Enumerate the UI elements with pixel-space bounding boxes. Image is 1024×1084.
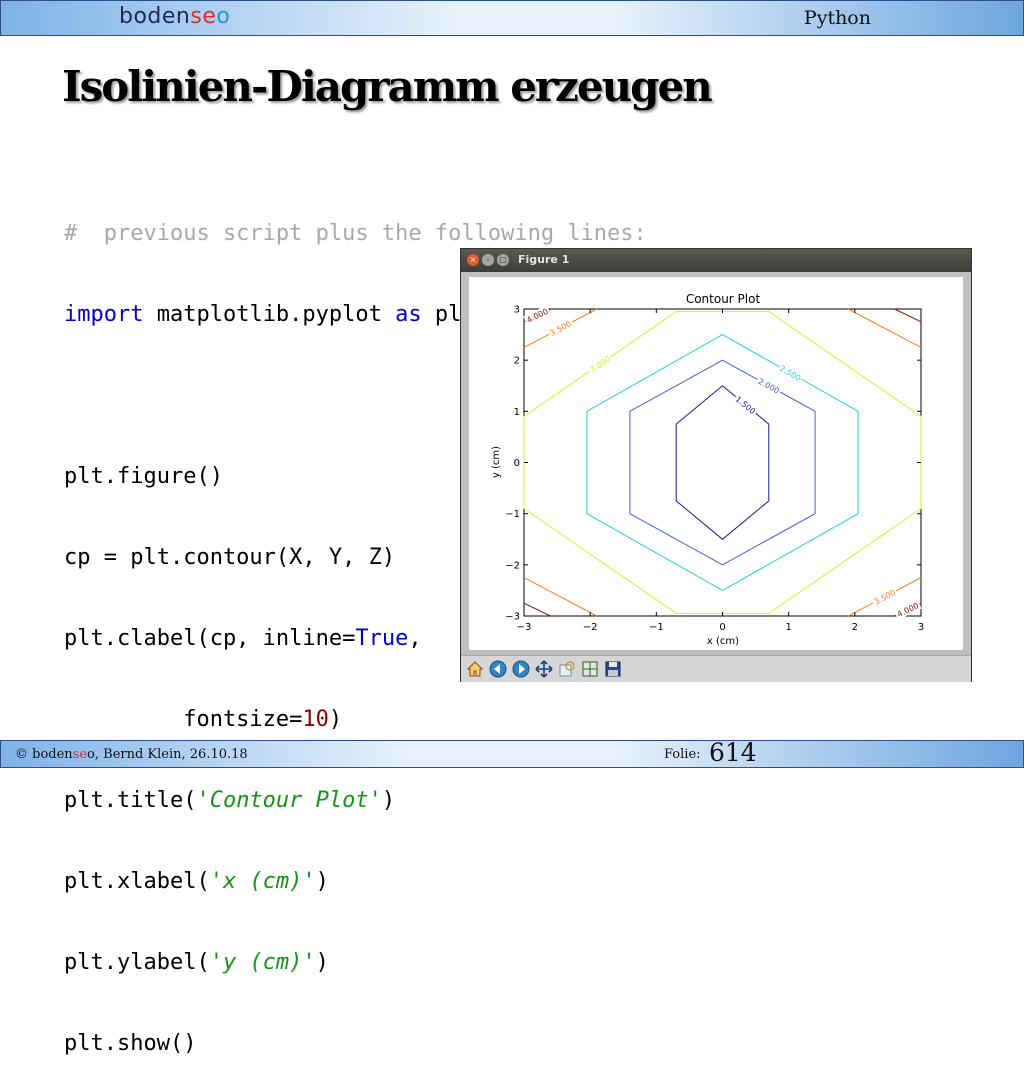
maximize-window-icon[interactable]: □	[497, 254, 509, 266]
y-tick-label: −1	[505, 509, 520, 520]
back-icon[interactable]	[488, 659, 508, 679]
xlabel-call: plt.xlabel(	[64, 869, 210, 894]
x-tick-label: 0	[719, 622, 725, 633]
code-fontsize-line: fontsize=10)	[64, 706, 647, 733]
code-title-line: plt.title('Contour Plot')	[64, 787, 647, 814]
subplots-icon[interactable]	[580, 659, 600, 679]
fontsize-start: fontsize=	[64, 707, 303, 732]
minimize-window-icon[interactable]: –	[482, 254, 494, 266]
ylabel-call: plt.ylabel(	[64, 950, 210, 975]
figure-window-title: Figure 1	[518, 253, 570, 266]
y-tick-label: −2	[505, 560, 520, 571]
section-label: Python	[803, 7, 871, 29]
figure-toolbar	[461, 655, 971, 682]
logo-part-3: o	[216, 4, 231, 29]
ylabel-close: )	[315, 950, 329, 975]
header-bar: bodenseo Python	[0, 0, 1024, 36]
folie-label: Folie:	[664, 747, 701, 762]
logo-part-2: se	[190, 4, 217, 29]
x-tick-label: −2	[583, 622, 598, 633]
fontsize-number: 10	[302, 707, 329, 732]
figure-titlebar[interactable]: × – □ Figure 1	[461, 249, 971, 272]
code-show-line: plt.show()	[64, 1031, 197, 1056]
forward-icon[interactable]	[511, 659, 531, 679]
clabel-start: plt.clabel(cp, inline=	[64, 626, 356, 651]
y-tick-label: 0	[514, 458, 520, 469]
close-window-icon[interactable]: ×	[467, 254, 479, 266]
title-call: plt.title(	[64, 788, 197, 813]
save-icon[interactable]	[603, 659, 623, 679]
x-axis-label: x (cm)	[707, 636, 739, 647]
home-icon[interactable]	[465, 659, 485, 679]
contour-plot-canvas[interactable]: Contour Plot 1.5002.0002.5003.0003.5003.…	[461, 272, 971, 655]
figure-window[interactable]: × – □ Figure 1 Contour Plot 1.500 2.000 2.…	[460, 248, 972, 682]
code-comment: # previous script plus the following lin…	[64, 221, 647, 246]
copyright-start: © boden	[15, 747, 73, 762]
zoom-icon[interactable]	[557, 659, 577, 679]
x-tick-label: 3	[918, 622, 924, 633]
code-xlabel-line: plt.xlabel('x (cm)')	[64, 868, 647, 895]
code-ylabel-line: plt.ylabel('y (cm)')	[64, 949, 647, 976]
pan-icon[interactable]	[534, 659, 554, 679]
true-keyword: True	[355, 626, 409, 651]
copyright-text: © bodenseo, Bernd Klein, 26.10.18	[15, 747, 248, 762]
clabel-end: ,	[408, 626, 422, 651]
logo-part-1: boden	[119, 4, 191, 29]
xlabel-close: )	[315, 869, 329, 894]
y-tick-label: 3	[514, 305, 520, 316]
xlabel-string: 'x (cm)'	[209, 869, 316, 894]
slide-title: Isolinien-Diagramm erzeugen	[62, 62, 713, 111]
fontsize-end: )	[328, 707, 343, 732]
x-tick-label: 2	[852, 622, 858, 633]
page-number: 614	[709, 738, 757, 767]
title-close: )	[381, 788, 396, 813]
bodenseo-logo: bodenseo	[119, 4, 230, 29]
ylabel-string: 'y (cm)'	[209, 950, 316, 975]
title-string: 'Contour Plot'	[196, 788, 382, 813]
x-tick-label: −1	[649, 622, 664, 633]
copyright-end: o, Bernd Klein, 26.10.18	[87, 747, 248, 762]
x-tick-label: 1	[785, 622, 791, 633]
chart-title: Contour Plot	[686, 292, 761, 306]
x-tick-label: −3	[517, 622, 532, 633]
y-tick-label: −3	[505, 612, 520, 623]
import-keyword: import	[64, 302, 144, 327]
copyright-highlight: se	[72, 747, 88, 762]
import-module: matplotlib.pyplot	[143, 302, 396, 327]
as-keyword: as	[395, 302, 422, 327]
y-axis-label: y (cm)	[491, 446, 502, 478]
y-tick-label: 1	[514, 407, 520, 418]
y-tick-label: 2	[514, 356, 520, 367]
footer-bar: © bodenseo, Bernd Klein, 26.10.18 Folie:…	[0, 738, 1024, 768]
